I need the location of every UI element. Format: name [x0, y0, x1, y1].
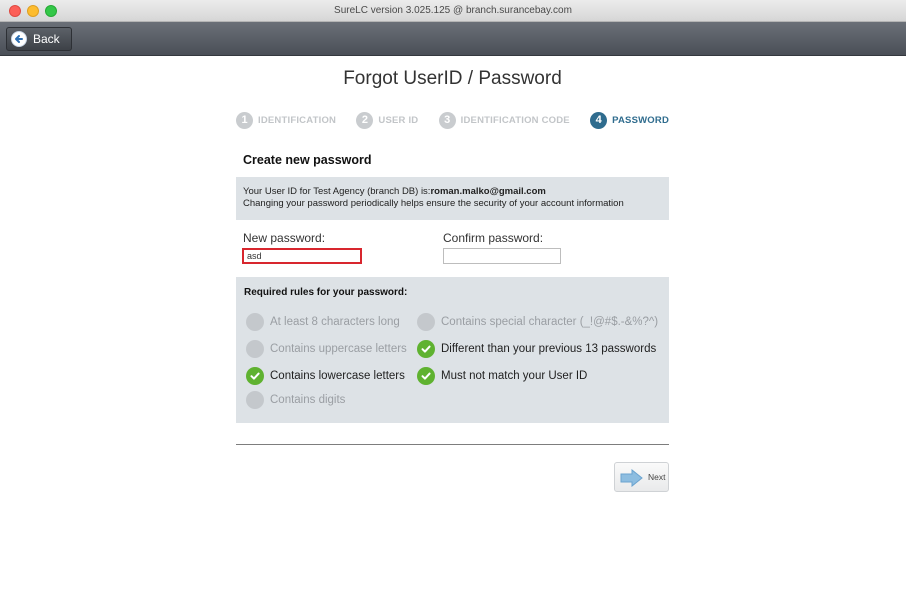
password-rules-panel: Required rules for your password: At lea… [236, 277, 669, 423]
user-id-prefix: Your User ID for Test Agency (branch DB)… [243, 186, 431, 197]
rules-heading: Required rules for your password: [244, 287, 408, 298]
step-label: USER ID [378, 114, 419, 126]
step-label: IDENTIFICATION CODE [460, 114, 570, 126]
step-number-badge: 3 [438, 111, 456, 129]
step-number-badge: 1 [236, 111, 253, 129]
rule-password-history: Different than your previous 13 password… [417, 340, 656, 358]
rule-lowercase: Contains lowercase letters [246, 367, 405, 385]
confirm-password-input[interactable] [443, 248, 561, 264]
rule-text: At least 8 characters long [270, 316, 400, 328]
back-button[interactable]: Back [6, 27, 72, 51]
new-password-label: New password: [243, 231, 326, 245]
rule-min-length: At least 8 characters long [246, 313, 400, 331]
app-toolbar: Back [0, 22, 906, 56]
back-arrow-icon [11, 31, 27, 47]
rule-uppercase: Contains uppercase letters [246, 340, 407, 358]
step-number-badge: 2 [356, 111, 374, 129]
rule-text: Contains digits [270, 394, 346, 406]
step-identification: 1 IDENTIFICATION [236, 111, 337, 129]
rule-text: Contains uppercase letters [270, 343, 407, 355]
step-number-badge: 4 [590, 111, 608, 129]
rule-not-user-id: Must not match your User ID [417, 367, 587, 385]
user-id-line: Your User ID for Test Agency (branch DB)… [243, 186, 662, 198]
step-label: IDENTIFICATION [258, 114, 337, 126]
page-title: Forgot UserID / Password [343, 68, 562, 89]
user-id-value: roman.malko@gmail.com [430, 186, 546, 197]
checkmark-icon [246, 367, 264, 385]
account-info-box: Your User ID for Test Agency (branch DB)… [236, 177, 669, 220]
rule-text: Must not match your User ID [441, 370, 588, 382]
back-button-label: Back [33, 32, 60, 46]
rule-text: Contains special character (_!@#$.-&%?^) [441, 316, 659, 328]
new-password-input[interactable] [242, 248, 362, 264]
rule-status-icon [246, 340, 264, 358]
rule-digits: Contains digits [246, 391, 345, 409]
security-note: Changing your password periodically help… [243, 198, 624, 209]
next-button-label: Next [648, 472, 666, 482]
rule-text: Different than your previous 13 password… [441, 343, 657, 355]
rule-special-character: Contains special character (_!@#$.-&%?^) [417, 313, 658, 331]
next-arrow-icon [620, 469, 643, 487]
section-heading: Create new password [243, 153, 372, 167]
window-title: SureLC version 3.025.125 @ branch.suranc… [334, 5, 572, 16]
rule-status-icon [246, 313, 264, 331]
confirm-password-label: Confirm password: [443, 231, 544, 245]
step-identification-code: 3 IDENTIFICATION CODE [438, 111, 570, 129]
rule-status-icon [246, 391, 264, 409]
step-label: PASSWORD [612, 114, 669, 126]
checkmark-icon [417, 367, 435, 385]
rule-text: Contains lowercase letters [270, 370, 405, 382]
window-title-bar: SureLC version 3.025.125 @ branch.suranc… [0, 0, 906, 22]
step-indicator: 1 IDENTIFICATION 2 USER ID 3 IDENTIFICAT… [236, 110, 669, 130]
form-divider [236, 444, 669, 445]
step-password: 4 PASSWORD [590, 111, 669, 129]
next-button[interactable]: Next [614, 462, 669, 492]
step-user-id: 2 USER ID [356, 111, 419, 129]
rule-status-icon [417, 313, 435, 331]
checkmark-icon [417, 340, 435, 358]
